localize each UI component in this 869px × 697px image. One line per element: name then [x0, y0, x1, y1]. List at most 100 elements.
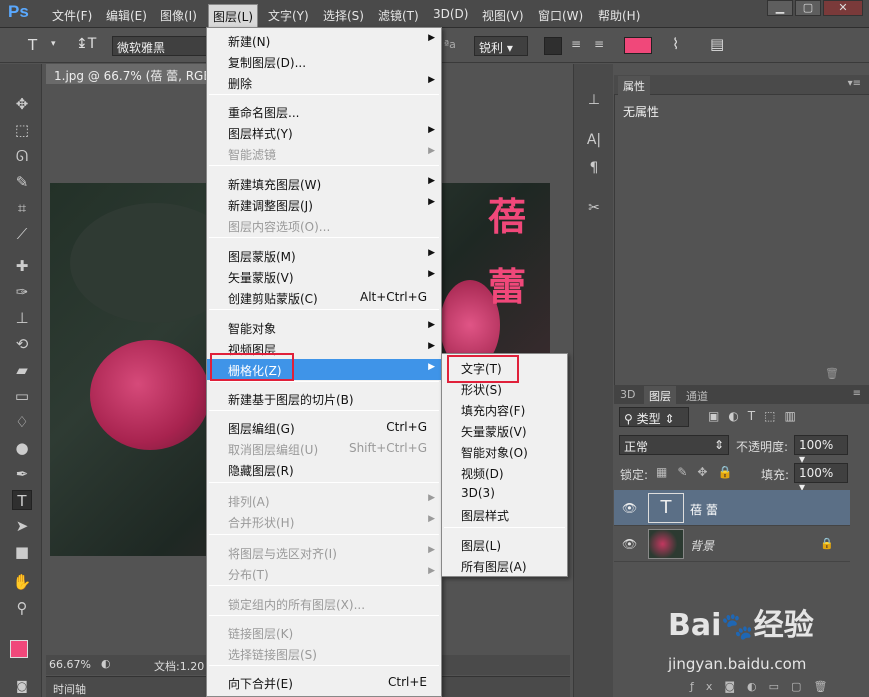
layer-filter-icons[interactable]: ▣◐T⬚▥ [708, 409, 805, 423]
menu-item[interactable]: 矢量蒙版(V) [442, 420, 567, 441]
chevron-down-icon[interactable]: ▾ [51, 39, 56, 49]
brush-presets-icon[interactable]: ✂ [584, 200, 604, 216]
align-right-icon[interactable]: ≡ [590, 37, 608, 55]
menu-item[interactable]: 复制图层(D)... [207, 51, 441, 72]
menu-item[interactable]: 智能对象 ▶ [207, 317, 441, 338]
layer-row-background[interactable]: 👁 背景 🔒 [614, 526, 850, 562]
quick-mask-icon[interactable]: ◙ [12, 676, 32, 696]
quick-select-tool-icon[interactable]: ✎ [12, 172, 32, 192]
doc-info[interactable]: 文档:1.20 [154, 658, 204, 674]
blur-tool-icon[interactable]: ♢ [12, 412, 32, 432]
blend-mode-select[interactable]: 正常 ⇕ [619, 435, 729, 455]
menu-item[interactable]: 填充内容(F) [442, 399, 567, 420]
menu-image[interactable]: 图像(I) [160, 7, 197, 24]
tab-properties[interactable]: 属性 [618, 76, 650, 96]
menu-item[interactable]: 图层蒙版(M) ▶ [207, 245, 441, 266]
healing-brush-tool-icon[interactable]: ✚ [12, 256, 32, 276]
timeline-label[interactable]: 时间轴 [53, 681, 86, 697]
character-panel-icon[interactable]: A| [584, 132, 604, 148]
menu-window[interactable]: 窗口(W) [538, 7, 583, 24]
close-button[interactable]: ✕ [823, 0, 863, 16]
fill-field[interactable]: 100% ▾ [794, 463, 848, 494]
panel-menu-icon[interactable]: ▾≡ [848, 78, 861, 89]
menu-item[interactable]: 新建(N) ▶ [207, 30, 441, 51]
menu-item[interactable]: 新建填充图层(W) ▶ [207, 173, 441, 194]
menu-item[interactable]: 隐藏图层(R) [207, 459, 441, 480]
layer-row-text[interactable]: 👁 T 蓓 蕾 [614, 490, 850, 526]
menu-item[interactable]: 所有图层(A) [442, 555, 567, 576]
menu-item[interactable]: 锁定组内的所有图层(X)... [207, 593, 441, 614]
menu-help[interactable]: 帮助(H) [598, 7, 640, 24]
tab-3d[interactable]: 3D [620, 388, 635, 401]
crop-tool-icon[interactable]: ⌗ [12, 198, 32, 218]
document-tab[interactable]: 1.jpg @ 66.7% (蓓 蕾, RGB/8 [46, 64, 212, 84]
visibility-eye-icon[interactable]: 👁 [622, 501, 637, 515]
warp-text-icon[interactable]: ⌇ [672, 35, 679, 53]
layer-actions-icons[interactable]: ƒx◙◐▭▢🗑 [690, 680, 839, 693]
tool-presets-icon[interactable]: ⊥ [584, 92, 604, 108]
menu-item[interactable]: 智能滤镜 ▶ [207, 143, 441, 164]
hand-tool-icon[interactable]: ✋ [12, 572, 32, 592]
menu-item[interactable]: 将图层与选区对齐(I) ▶ [207, 542, 441, 563]
menu-item[interactable]: 合并形状(H) ▶ [207, 511, 441, 532]
font-family-field[interactable]: 微软雅黑 [112, 36, 208, 56]
maximize-button[interactable]: ▢ [795, 0, 821, 16]
type-tool-icon[interactable]: T [28, 36, 37, 54]
align-center-icon[interactable]: ≡ [567, 37, 585, 55]
zoom-tool-icon[interactable]: ⚲ [12, 598, 32, 618]
menu-item[interactable]: 矢量蒙版(V) ▶ [207, 266, 441, 287]
menu-item[interactable]: 图层样式 [442, 504, 567, 525]
align-left-icon[interactable] [544, 37, 562, 55]
zoom-level[interactable]: 66.67% [49, 658, 91, 671]
tab-layers[interactable]: 图层 [644, 386, 676, 406]
menu-filter[interactable]: 滤镜(T) [378, 7, 419, 24]
gradient-tool-icon[interactable]: ▭ [12, 386, 32, 406]
dodge-tool-icon[interactable]: ● [12, 438, 32, 458]
opacity-field[interactable]: 100% ▾ [794, 435, 848, 466]
eraser-tool-icon[interactable]: ▰ [12, 360, 32, 380]
menu-edit[interactable]: 编辑(E) [106, 7, 147, 24]
menu-item[interactable]: 图层(L) [442, 534, 567, 555]
menu-item[interactable]: 新建基于图层的切片(B) [207, 388, 441, 409]
text-color-swatch[interactable] [624, 37, 652, 54]
lasso-tool-icon[interactable]: ᘏ [12, 146, 32, 166]
menu-view[interactable]: 视图(V) [482, 7, 524, 24]
history-brush-tool-icon[interactable]: ⟲ [12, 334, 32, 354]
trash-icon[interactable]: 🗑 [825, 367, 839, 380]
menu-item[interactable]: 取消图层编组(U) Shift+Ctrl+G [207, 438, 441, 459]
brush-tool-icon[interactable]: ✑ [12, 282, 32, 302]
menu-item[interactable]: 图层内容选项(O)... [207, 215, 441, 236]
menu-item[interactable]: 3D(3) [442, 483, 567, 504]
menu-item[interactable]: 图层编组(G) Ctrl+G [207, 417, 441, 438]
menu-3d[interactable]: 3D(D) [433, 7, 468, 21]
menu-item[interactable]: 分布(T) ▶ [207, 563, 441, 584]
type-tool-icon[interactable]: T [12, 490, 32, 510]
menu-item[interactable]: 删除 ▶ [207, 72, 441, 93]
tab-channels[interactable]: 通道 [686, 388, 708, 404]
menu-item[interactable]: 智能对象(O) [442, 441, 567, 462]
menu-file[interactable]: 文件(F) [52, 7, 92, 24]
lock-icons[interactable]: ▦✎✥🔒 [656, 465, 742, 479]
menu-type[interactable]: 文字(Y) [268, 7, 309, 24]
menu-item[interactable]: 选择链接图层(S) [207, 643, 441, 664]
rectangle-tool-icon[interactable]: ■ [12, 542, 32, 562]
menu-item[interactable]: 视频(D) [442, 462, 567, 483]
minimize-button[interactable]: ▁ [767, 0, 793, 16]
menu-item[interactable]: 新建调整图层(J) ▶ [207, 194, 441, 215]
panel-menu-icon[interactable]: ≡ [853, 388, 861, 399]
menu-item[interactable]: 图层样式(Y) ▶ [207, 122, 441, 143]
filter-kind-select[interactable]: ⚲ 类型 ⇕ [619, 407, 689, 427]
foreground-color-swatch[interactable] [10, 640, 28, 658]
layer-name[interactable]: 背景 [690, 537, 714, 554]
marquee-tool-icon[interactable]: ⬚ [12, 120, 32, 140]
toggle-orientation-icon[interactable]: ↨T [76, 36, 96, 52]
anti-alias-select[interactable]: 锐利 ▾ [474, 36, 528, 56]
menu-item[interactable]: 创建剪贴蒙版(C) Alt+Ctrl+G [207, 287, 441, 308]
panels-toggle-icon[interactable]: ▤ [710, 35, 724, 53]
status-icon[interactable]: ◐ [101, 657, 111, 670]
pen-tool-icon[interactable]: ✒ [12, 464, 32, 484]
menu-item[interactable]: 重命名图层... [207, 101, 441, 122]
layer-name[interactable]: 蓓 蕾 [690, 501, 718, 518]
clone-stamp-tool-icon[interactable]: ⊥ [12, 308, 32, 328]
menu-select[interactable]: 选择(S) [323, 7, 364, 24]
